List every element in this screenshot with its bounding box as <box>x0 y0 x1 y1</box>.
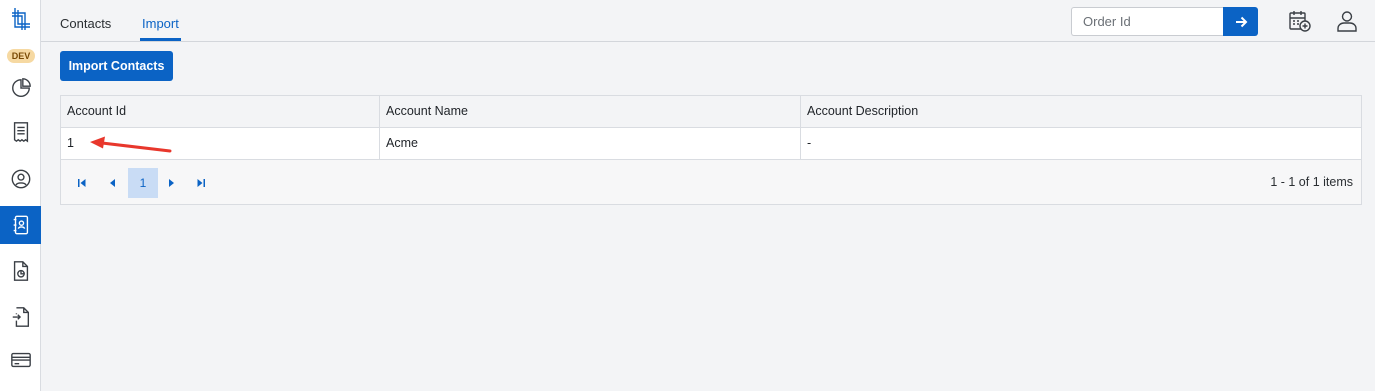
pagination-items-count: 1 - 1 of 1 items <box>1270 175 1353 189</box>
credit-card-icon <box>10 352 31 368</box>
user-circle-icon <box>11 169 30 189</box>
first-page-icon <box>78 179 86 187</box>
order-id-search-input[interactable] <box>1071 7 1224 36</box>
annotation-arrow-icon <box>90 136 172 153</box>
next-page-icon <box>169 179 174 187</box>
search-submit-button[interactable] <box>1223 7 1258 36</box>
table-row[interactable]: 1 Acme - <box>61 128 1361 160</box>
previous-page-icon <box>110 179 115 187</box>
last-page-button[interactable] <box>188 168 214 198</box>
sidebar-item-import-export[interactable] <box>0 298 41 336</box>
import-contacts-button[interactable]: Import Contacts <box>60 51 173 81</box>
user-profile-icon[interactable] <box>1335 9 1359 33</box>
environment-badge: DEV <box>7 49 35 63</box>
receipt-icon <box>13 122 28 143</box>
app-logo-icon[interactable] <box>8 5 33 35</box>
sidebar-item-contacts[interactable] <box>0 206 41 244</box>
tab-import[interactable]: Import <box>142 16 179 31</box>
sidebar-item-billing[interactable] <box>0 341 41 379</box>
next-page-button[interactable] <box>159 168 185 198</box>
tab-contacts[interactable]: Contacts <box>60 16 111 31</box>
sidebar: DEV <box>0 0 41 391</box>
accounts-table: Account Id Account Name Account Descript… <box>60 95 1362 205</box>
column-header-account-name[interactable]: Account Name <box>379 96 800 127</box>
arrow-right-icon <box>1235 16 1247 27</box>
calendar-add-icon[interactable] <box>1288 9 1312 33</box>
cell-account-description: - <box>800 128 1361 159</box>
top-header: Contacts Import <box>41 0 1375 42</box>
active-tab-indicator <box>140 38 181 41</box>
sidebar-item-orders[interactable] <box>0 113 41 151</box>
sidebar-item-dashboard[interactable] <box>0 69 41 107</box>
cell-account-name: Acme <box>379 128 800 159</box>
last-page-icon <box>197 179 205 187</box>
contacts-book-icon <box>13 215 28 235</box>
file-import-icon <box>12 307 29 327</box>
sidebar-item-users[interactable] <box>0 160 41 198</box>
sidebar-item-reports[interactable] <box>0 252 41 290</box>
first-page-button[interactable] <box>69 168 95 198</box>
column-header-account-description[interactable]: Account Description <box>800 96 1361 127</box>
page-number-button[interactable]: 1 <box>128 168 158 198</box>
previous-page-button[interactable] <box>99 168 125 198</box>
column-header-account-id[interactable]: Account Id <box>61 96 379 127</box>
report-document-icon <box>13 261 28 281</box>
table-header: Account Id Account Name Account Descript… <box>61 96 1361 128</box>
pie-chart-icon <box>11 78 31 97</box>
pagination-bar: 1 1 - 1 of 1 items <box>61 160 1361 204</box>
